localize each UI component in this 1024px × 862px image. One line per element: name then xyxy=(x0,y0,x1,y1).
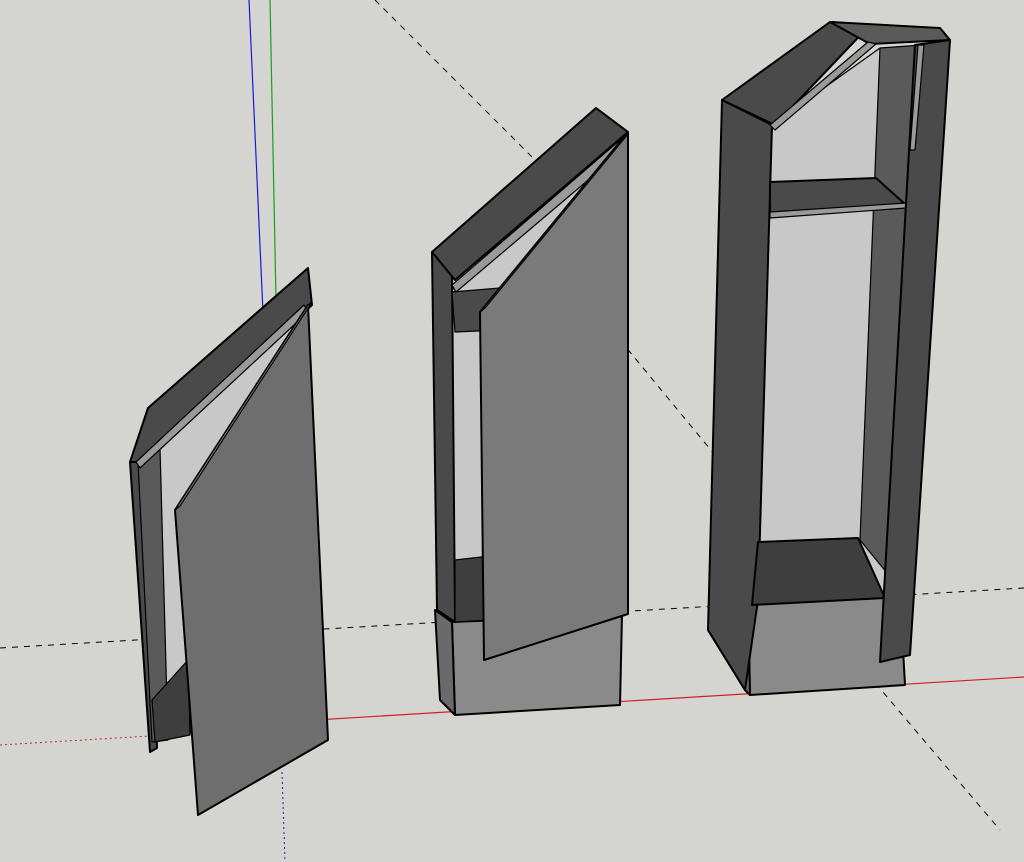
middle-side-panel xyxy=(431,251,456,623)
model-viewport[interactable] xyxy=(0,0,1024,862)
blue-axis-dotted xyxy=(281,771,286,862)
guide-line-diagonal-mid xyxy=(619,339,716,456)
cabinet-middle[interactable] xyxy=(431,107,629,716)
guide-line-diagonal-bottom xyxy=(859,664,1001,831)
middle-base-side xyxy=(434,609,456,716)
scene-canvas[interactable] xyxy=(0,0,1024,862)
green-axis-line xyxy=(269,0,277,301)
cabinet-right[interactable] xyxy=(707,21,951,696)
cabinet-left[interactable] xyxy=(129,267,329,816)
blue-axis-line xyxy=(248,0,265,336)
